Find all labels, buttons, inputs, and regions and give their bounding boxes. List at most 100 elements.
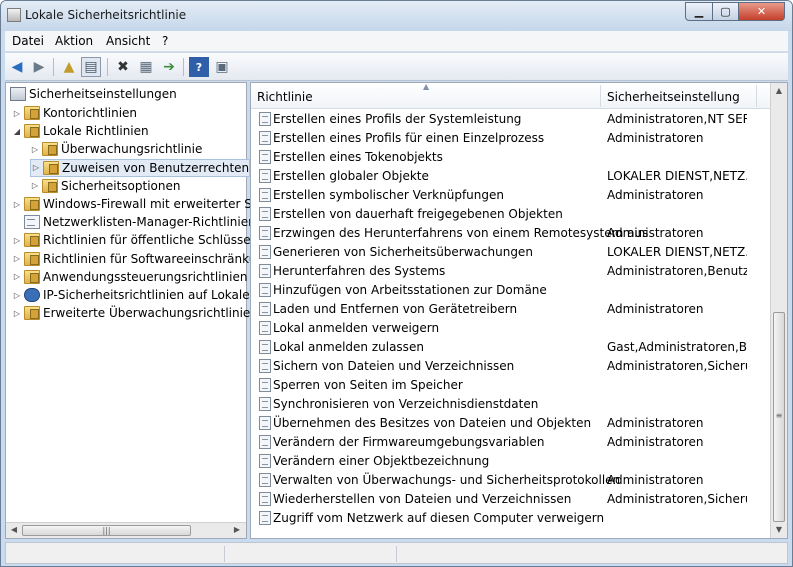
expand-arrow-icon[interactable]: ▷ [12, 236, 22, 245]
expand-arrow-icon[interactable]: ▷ [12, 309, 22, 318]
export-icon[interactable]: ➔ [159, 57, 179, 77]
help-icon[interactable]: ? [189, 57, 209, 77]
expand-arrow-icon[interactable]: ▷ [30, 145, 40, 154]
table-row[interactable]: Übernehmen des Besitzes von Dateien und … [251, 414, 771, 433]
column-richtlinie[interactable]: Richtlinie [257, 90, 313, 104]
list-header: Richtlinie ▲ Sicherheitseinstellung [251, 83, 771, 109]
table-row[interactable]: Sperren von Seiten im Speicher [251, 376, 771, 395]
policy-name: Verändern der Firmwareumgebungsvariablen [273, 435, 545, 449]
policy-icon [259, 473, 271, 487]
close-button[interactable]: ✕ [738, 2, 785, 21]
policy-icon [259, 321, 271, 335]
list-vertical-scrollbar[interactable]: ▲ ≡ ▼ [770, 83, 787, 538]
menu-ansicht[interactable]: Ansicht [106, 34, 150, 48]
expand-arrow-icon[interactable]: ▷ [30, 181, 40, 190]
tree-item[interactable]: ▷ Erweiterte Überwachungsrichtlinienko [12, 304, 272, 322]
tree-item[interactable]: ▷ Sicherheitsoptionen [30, 177, 180, 195]
table-row[interactable]: Verwalten von Überwachungs- und Sicherhe… [251, 471, 771, 490]
collapse-arrow-icon[interactable]: ◢ [12, 127, 22, 136]
scrollbar-thumb[interactable]: ≡ [773, 312, 785, 522]
title-bar[interactable]: Lokale Sicherheitsrichtlinie ▁ ▢ ✕ [1, 1, 792, 31]
toolbar-separator [53, 58, 54, 76]
expand-arrow-icon[interactable]: ▷ [31, 163, 41, 172]
tree-item-label: IP-Sicherheitsrichtlinien auf Lokaler C [43, 288, 267, 302]
table-row[interactable]: Verändern einer Objektbezeichnung [251, 452, 771, 471]
panel-icon[interactable]: ▣ [212, 57, 232, 77]
policy-name: Generieren von Sicherheitsüberwachungen [273, 245, 533, 259]
tree-item[interactable]: ◢ Lokale Richtlinien [12, 122, 149, 140]
tree-item[interactable]: ▷ Kontorichtlinien [12, 104, 137, 122]
table-row[interactable]: Synchronisieren von Verzeichnisdienstdat… [251, 395, 771, 414]
menu-datei[interactable]: Datei [12, 34, 44, 48]
column-sicherheitseinstellung[interactable]: Sicherheitseinstellung [607, 90, 740, 104]
policy-name: Sichern von Dateien und Verzeichnissen [273, 359, 515, 373]
maximize-button[interactable]: ▢ [712, 2, 739, 21]
policy-icon [259, 492, 271, 506]
policy-setting: LOKALER DIENST,NETZ... [607, 169, 747, 183]
tree-item[interactable]: ▷ Richtlinien für Softwareeinschränkung [12, 250, 272, 268]
menu-aktion[interactable]: Aktion [55, 34, 93, 48]
table-row[interactable]: Lokal anmelden verweigern [251, 319, 771, 338]
scroll-right-icon[interactable]: ▶ [230, 523, 244, 537]
expand-arrow-icon[interactable]: ▷ [12, 272, 22, 281]
delete-icon[interactable]: ✖ [113, 57, 133, 77]
tree-item[interactable]: ▷ Windows-Firewall mit erweiterter Sich [12, 195, 269, 213]
policy-icon [259, 112, 271, 126]
table-row[interactable]: Erstellen eines Tokenobjekts [251, 148, 771, 167]
policy-setting: Administratoren [607, 302, 704, 316]
forward-icon[interactable]: ▶ [29, 57, 49, 77]
table-row[interactable]: Erstellen symbolischer Verknüpfungen Admi… [251, 186, 771, 205]
table-row[interactable]: Sichern von Dateien und Verzeichnissen Ad… [251, 357, 771, 376]
tree-item[interactable]: ▷ IP-Sicherheitsrichtlinien auf Lokaler C [12, 286, 267, 304]
window-title: Lokale Sicherheitsrichtlinie [25, 8, 187, 22]
table-row[interactable]: Laden und Entfernen von Gerätetreibern Ad… [251, 300, 771, 319]
policy-setting: Administratoren [607, 131, 704, 145]
table-row[interactable]: Verändern der Firmwareumgebungsvariablen… [251, 433, 771, 452]
network-icon [24, 288, 40, 302]
table-row[interactable]: Erstellen eines Profils für einen Einzel… [251, 129, 771, 148]
properties-icon[interactable]: ▦ [136, 57, 156, 77]
expand-arrow-icon[interactable]: ▷ [12, 109, 22, 118]
table-row[interactable]: Zugriff vom Netzwerk auf diesen Computer… [251, 509, 771, 528]
table-row[interactable]: Erstellen von dauerhaft freigegebenen Ob… [251, 205, 771, 224]
tree-item[interactable]: ▷ Überwachungsrichtlinie [30, 140, 202, 158]
table-row[interactable]: Erstellen eines Profils der Systemleistu… [251, 110, 771, 129]
tree-item-label: Überwachungsrichtlinie [61, 142, 203, 157]
table-row[interactable]: Erzwingen des Herunterfahrens von einem … [251, 224, 771, 243]
tree-item[interactable]: ▷ Anwendungssteuerungsrichtlinien [12, 268, 247, 286]
tree-horizontal-scrollbar[interactable]: ◀ ||| ▶ [6, 522, 246, 538]
expand-arrow-icon[interactable]: ▷ [12, 291, 22, 300]
table-row[interactable]: Generieren von Sicherheitsüberwachungen L… [251, 243, 771, 262]
policy-name: Hinzufügen von Arbeitsstationen zur Domä… [273, 283, 547, 297]
tree-root[interactable]: Sicherheitseinstellungen [8, 85, 177, 103]
table-row[interactable]: Herunterfahren des Systems Administratore… [251, 262, 771, 281]
table-row[interactable]: Wiederherstellen von Dateien und Verzeic… [251, 490, 771, 509]
tree-item[interactable]: Netzwerklisten-Manager-Richtlinien [12, 213, 256, 231]
expand-arrow-icon[interactable]: ▷ [12, 200, 22, 209]
show-tree-icon[interactable]: ▤ [81, 57, 101, 77]
table-row[interactable]: Hinzufügen von Arbeitsstationen zur Domä… [251, 281, 771, 300]
scroll-left-icon[interactable]: ◀ [7, 523, 21, 537]
tree-pane: Sicherheitseinstellungen ▷ Kontorichtlini… [5, 82, 272, 539]
policy-name: Erstellen eines Profils der Systemleistu… [273, 112, 522, 126]
table-row[interactable]: Erstellen globaler Objekte LOKALER DIENST… [251, 167, 771, 186]
tree-item-label: Sicherheitsoptionen [61, 178, 181, 193]
policy-setting: LOKALER DIENST,NETZ... [607, 245, 747, 259]
folder-icon [42, 178, 58, 193]
scroll-down-icon[interactable]: ▼ [772, 523, 786, 537]
policy-name: Zugriff vom Netzwerk auf diesen Computer… [273, 511, 605, 525]
tree-item-label: Richtlinien für öffentliche Schlüssel [43, 233, 254, 248]
menu-help[interactable]: ? [162, 34, 168, 48]
back-icon[interactable]: ◀ [7, 57, 27, 77]
column-divider[interactable] [600, 85, 601, 107]
tree-item[interactable]: ▷ Richtlinien für öffentliche Schlüssel [12, 231, 254, 249]
scroll-up-icon[interactable]: ▲ [772, 84, 786, 98]
status-cell [396, 546, 566, 562]
table-row[interactable]: Lokal anmelden zulassen Gast,Administrato… [251, 338, 771, 357]
scrollbar-thumb[interactable]: ||| [22, 525, 191, 536]
up-folder-icon[interactable]: ▲ [59, 57, 79, 77]
minimize-button[interactable]: ▁ [685, 2, 713, 21]
column-divider[interactable] [756, 85, 757, 107]
tree-item[interactable]: ▷ Zuweisen von Benutzerrechten [30, 158, 251, 177]
expand-arrow-icon[interactable]: ▷ [12, 254, 22, 263]
